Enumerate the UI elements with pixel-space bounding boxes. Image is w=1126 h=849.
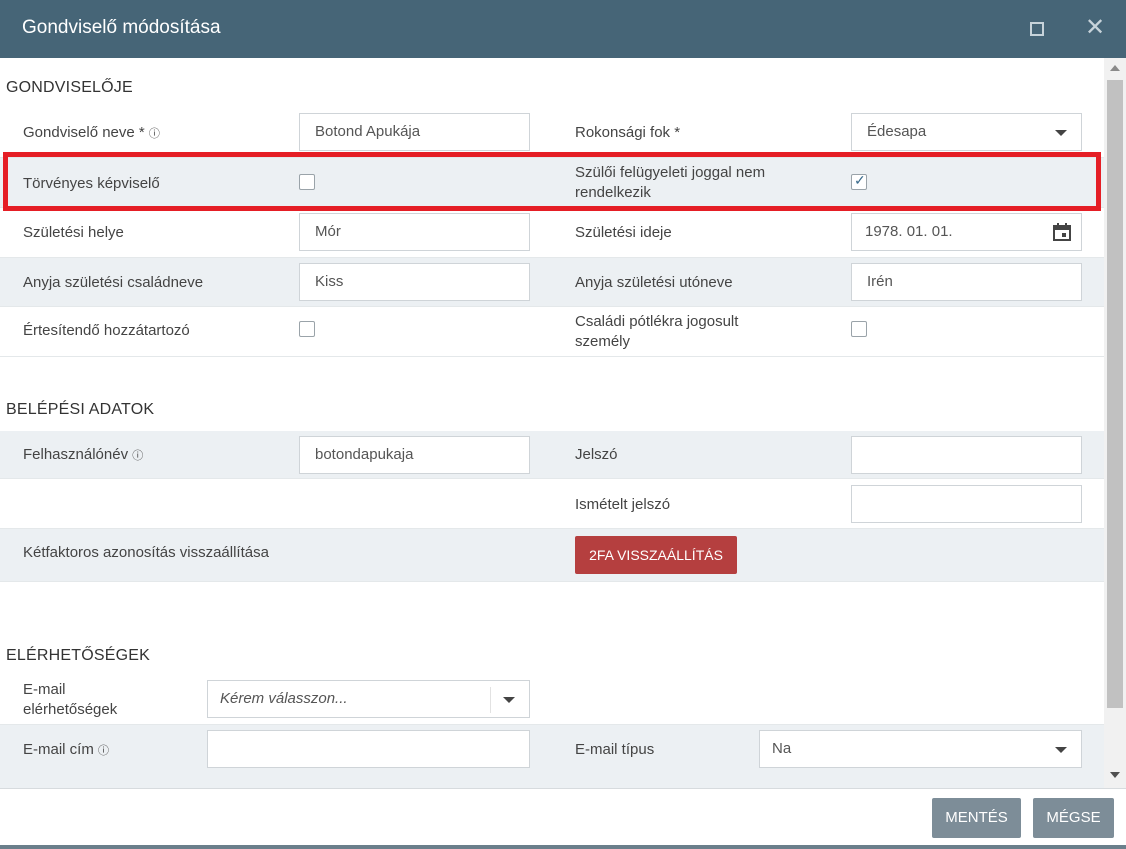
birthdate-value: 1978. 01. 01. [865, 223, 953, 240]
password-repeat-input[interactable] [851, 485, 1082, 523]
email-contacts-label: E-mail elérhetőségek [23, 681, 118, 718]
mother-last-input[interactable]: Kiss [299, 263, 530, 301]
section-title-contacts: ELÉRHETŐSÉGEK [6, 647, 150, 664]
select-separator [490, 687, 491, 713]
notify-checkbox[interactable] [299, 321, 315, 337]
section-title-login: BELÉPÉSI ADATOK [6, 401, 155, 418]
email-label: E-mail cím ⓘ [23, 740, 109, 760]
relation-select[interactable]: Édesapa [851, 113, 1082, 151]
family-allowance-checkbox[interactable] [851, 321, 867, 337]
row-notify-allowance: Értesítendő hozzátartozó Családi pótlékr… [0, 307, 1104, 357]
row-username-password: Felhasználónév ⓘ botondapukaja Jelszó [0, 431, 1104, 479]
calendar-icon[interactable] [1053, 223, 1071, 241]
mother-first-label: Anyja születési utóneve [575, 274, 733, 291]
password-repeat-label: Ismételt jelszó [575, 496, 671, 513]
row-mother: Anyja születési családneve Kiss Anyja sz… [0, 258, 1104, 307]
info-icon[interactable]: ⓘ [132, 450, 143, 462]
scrollbar-thumb[interactable] [1107, 80, 1123, 708]
relation-select-value: Édesapa [867, 123, 927, 140]
email-contacts-select[interactable]: Kérem válasszon... [207, 680, 530, 718]
section-title-guardian: GONDVISELŐJE [6, 79, 133, 96]
email-type-label: E-mail típus [575, 741, 655, 758]
password-label: Jelszó [575, 446, 618, 463]
username-label-text: Felhasználónév [23, 446, 129, 463]
email-type-select[interactable]: Na [759, 730, 1082, 768]
row-email: E-mail cím ⓘ E-mail típus Na [0, 725, 1104, 788]
mother-last-label: Anyja születési családneve [23, 274, 204, 291]
email-contacts-placeholder: Kérem válasszon... [220, 690, 348, 707]
email-input[interactable] [207, 730, 530, 768]
birthdate-label: Születési ideje [575, 224, 672, 241]
relation-label: Rokonsági fok * [575, 124, 681, 141]
twofa-reset-button[interactable]: 2FA VISSZAÁLLÍTÁS [575, 536, 737, 574]
twofa-label: Kétfaktoros azonosítás visszaállítása [23, 544, 269, 561]
email-label-text: E-mail cím [23, 741, 94, 758]
notify-label: Értesítendő hozzátartozó [23, 322, 190, 339]
row-birth: Születési helye Mór Születési ideje 1978… [0, 208, 1104, 258]
close-icon[interactable]: ✕ [1085, 14, 1105, 42]
scroll-down-icon[interactable] [1110, 772, 1120, 778]
row-password-repeat: Ismételt jelszó [0, 479, 1104, 529]
birthdate-input[interactable]: 1978. 01. 01. [851, 213, 1082, 251]
row-name-relation: Gondviselő neve * ⓘ Botond Apukája Rokon… [0, 108, 1104, 158]
family-allowance-label: Családi pótlékra jogosult személy [575, 313, 739, 350]
save-button[interactable]: MENTÉS [932, 798, 1021, 838]
birthplace-input[interactable]: Mór [299, 213, 530, 251]
info-icon[interactable]: ⓘ [149, 128, 160, 140]
dialog-title: Gondviselő módosítása [22, 17, 221, 38]
chevron-down-icon [1055, 747, 1067, 753]
username-input[interactable]: botondapukaja [299, 436, 530, 474]
birthplace-label: Születési helye [23, 224, 124, 241]
dialog-titlebar: Gondviselő módosítása ✕ [0, 0, 1126, 58]
row-email-contacts: E-mail elérhetőségek Kérem válasszon... [0, 675, 1104, 725]
guardian-name-input[interactable]: Botond Apukája [299, 113, 530, 151]
username-label: Felhasználónév ⓘ [23, 445, 143, 465]
info-icon[interactable]: ⓘ [98, 745, 109, 757]
highlight-box [3, 152, 1101, 211]
chevron-down-icon [1055, 130, 1067, 136]
password-input[interactable] [851, 436, 1082, 474]
email-type-value: Na [772, 740, 792, 757]
guardian-name-label-text: Gondviselő neve * [23, 124, 145, 141]
vertical-scrollbar[interactable] [1104, 58, 1126, 788]
guardian-name-label: Gondviselő neve * ⓘ [23, 123, 160, 143]
cancel-button[interactable]: MÉGSE [1033, 798, 1114, 838]
scroll-up-icon[interactable] [1110, 65, 1120, 71]
dialog-footer: MENTÉS MÉGSE [0, 788, 1126, 849]
row-twofa: Kétfaktoros azonosítás visszaállítása 2F… [0, 529, 1104, 582]
mother-first-input[interactable]: Irén [851, 263, 1082, 301]
chevron-down-icon [503, 697, 515, 703]
footer-edge [0, 845, 1126, 849]
maximize-icon[interactable] [1030, 22, 1044, 36]
